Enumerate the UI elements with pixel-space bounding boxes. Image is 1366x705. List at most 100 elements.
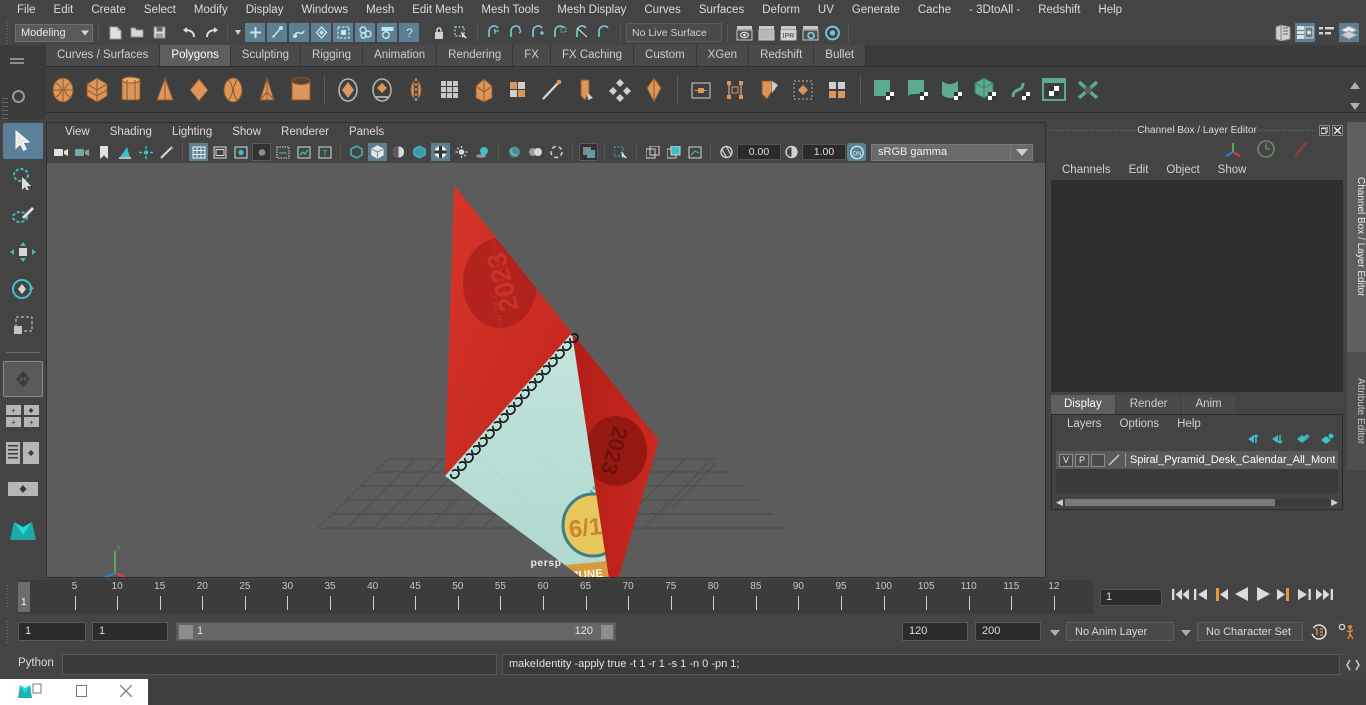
save-scene-icon[interactable] <box>149 23 169 42</box>
channel-box-menu-edit[interactable]: Edit <box>1120 164 1158 176</box>
viewport-menu-show[interactable]: Show <box>222 126 271 138</box>
uv-snapshot-icon[interactable] <box>1071 70 1105 110</box>
script-editor-icon[interactable] <box>1346 658 1360 675</box>
menu-generate[interactable]: Generate <box>843 0 909 20</box>
poly-sculpt-icon[interactable] <box>535 70 569 110</box>
shelf-tab-sculpting[interactable]: Sculpting <box>230 45 302 66</box>
time-slider[interactable]: 1 5 10 15 20 25 30 35 40 45 50 55 60 65 70 75 80 85 90 95 1… <box>0 580 1366 614</box>
menu-edit[interactable]: Edit <box>45 0 83 20</box>
safe-action-icon[interactable] <box>294 143 313 161</box>
menu-set-selector[interactable]: Modeling <box>15 23 93 42</box>
hypershade-icon[interactable] <box>822 23 842 42</box>
bookmark-icon[interactable] <box>94 143 113 161</box>
layer-color-swatch[interactable] <box>1107 454 1121 467</box>
viewport-menu-shading[interactable]: Shading <box>100 126 162 138</box>
safe-title-icon[interactable]: T <box>315 143 334 161</box>
layer-list[interactable]: V P Spiral_Pyramid_Desk_Calendar_All_Mon… <box>1056 451 1338 493</box>
layer-visibility-toggle[interactable]: V <box>1059 453 1073 467</box>
snap-grid-icon[interactable] <box>484 23 504 42</box>
menu-modify[interactable]: Modify <box>185 0 237 20</box>
range-end-field[interactable]: 120 <box>902 622 968 641</box>
layer-menu-help[interactable]: Help <box>1168 418 1210 430</box>
snap-projected-icon[interactable] <box>550 23 570 42</box>
open-scene-icon[interactable] <box>127 23 147 42</box>
poly-mirror-icon[interactable] <box>399 70 433 110</box>
layer-menu-layers[interactable]: Layers <box>1058 418 1111 430</box>
ipr-render-icon[interactable]: IPR <box>778 23 798 42</box>
poly-combine-icon[interactable] <box>331 70 365 110</box>
menu-select[interactable]: Select <box>135 0 185 20</box>
poly-bridge-icon[interactable] <box>637 70 671 110</box>
select-mask-icon[interactable] <box>355 23 375 42</box>
menu-surfaces[interactable]: Surfaces <box>690 0 753 20</box>
single-pane-layout[interactable] <box>3 361 43 397</box>
isolate-selected-icon[interactable] <box>611 143 630 161</box>
shelf-tab-curves-surfaces[interactable]: Curves / Surfaces <box>46 45 161 66</box>
menu-redshift[interactable]: Redshift <box>1029 0 1089 20</box>
character-set-selector[interactable]: No Character Set <box>1197 622 1303 641</box>
live-surface-field[interactable]: No Live Surface <box>626 23 722 42</box>
wireframe-icon[interactable] <box>347 143 366 161</box>
exposure-field[interactable]: 0.00 <box>737 144 781 160</box>
current-time-indicator[interactable]: 1 <box>18 582 30 612</box>
range-slider[interactable]: 1 120 <box>176 622 616 641</box>
layer-menu-options[interactable]: Options <box>1111 418 1169 430</box>
viewport-menu-panels[interactable]: Panels <box>339 126 394 138</box>
shadows-icon[interactable] <box>473 143 492 161</box>
new-layer-icon[interactable] <box>1296 432 1310 450</box>
uv-editor-icon[interactable] <box>867 70 901 110</box>
select-by-object-icon[interactable] <box>267 23 287 42</box>
shelf-tab-custom[interactable]: Custom <box>634 45 697 66</box>
lock-selection-icon[interactable] <box>429 23 449 42</box>
select-tool[interactable] <box>3 123 43 159</box>
move-layer-down-icon[interactable] <box>1272 432 1286 450</box>
playback-end-field[interactable]: 200 <box>975 622 1041 641</box>
modeling-toolkit-icon[interactable] <box>1339 23 1359 42</box>
shelf-scroll-arrows[interactable] <box>1348 80 1364 116</box>
range-current-field[interactable]: 1 <box>92 622 168 641</box>
close-icon[interactable] <box>119 684 132 700</box>
close-icon[interactable] <box>1332 124 1343 136</box>
flat-shade-icon[interactable] <box>389 143 408 161</box>
shelf-tab-rigging[interactable]: Rigging <box>301 45 364 66</box>
snap-curve-icon[interactable] <box>506 23 526 42</box>
poly-smooth-icon[interactable] <box>433 70 467 110</box>
poly-separate-icon[interactable] <box>365 70 399 110</box>
select-handle-icon[interactable] <box>311 23 331 42</box>
viewport-canvas[interactable]: 2023 PYRAMID 2023 DESK CALENDAR MONTHLY … <box>47 163 1045 577</box>
grease-pencil-icon[interactable] <box>157 143 176 161</box>
color-space-dropdown-arrow[interactable] <box>1011 143 1033 161</box>
viewport-menu-lighting[interactable]: Lighting <box>162 126 222 138</box>
help-icon[interactable]: ? <box>399 23 419 42</box>
shelf-tab-redshift[interactable]: Redshift <box>749 45 815 66</box>
poly-extrude-icon[interactable] <box>569 70 603 110</box>
persp-graph-layout[interactable] <box>3 472 43 508</box>
menu-curves[interactable]: Curves <box>635 0 689 20</box>
lasso-select-tool[interactable] <box>3 160 43 196</box>
table-row[interactable]: V P Spiral_Pyramid_Desk_Calendar_All_Mon… <box>1056 451 1338 469</box>
anim-layer-selector[interactable]: No Anim Layer <box>1066 622 1174 641</box>
render-settings-icon[interactable] <box>800 23 820 42</box>
move-layer-up-icon[interactable] <box>1248 432 1262 450</box>
poly-reduce-icon[interactable] <box>467 70 501 110</box>
play-backwards-icon[interactable] <box>1234 586 1250 607</box>
render-view-icon[interactable] <box>734 23 754 42</box>
layer-name[interactable]: Spiral_Pyramid_Desk_Calendar_All_Mont <box>1130 454 1335 466</box>
viewport-menu-renderer[interactable]: Renderer <box>271 126 339 138</box>
vtab-channel-box-layer-editor[interactable]: Channel Box / Layer Editor <box>1347 122 1366 352</box>
anim-layer-dropdown-arrow[interactable] <box>1050 630 1060 636</box>
step-forward-frame-icon[interactable] <box>1276 587 1292 607</box>
menu-cache[interactable]: Cache <box>909 0 960 20</box>
poly-cube-icon[interactable] <box>80 70 114 110</box>
poly-plane-icon[interactable] <box>216 70 250 110</box>
shelf-tab-xgen[interactable]: XGen <box>696 45 750 66</box>
layer-list-scrollbar[interactable]: ◀ ▶ <box>1056 497 1338 507</box>
layer-tab-display[interactable]: Display <box>1051 395 1115 414</box>
smooth-shade-icon[interactable] <box>368 143 387 161</box>
shelf-menu-icon[interactable] <box>10 58 24 60</box>
vtab-attribute-editor[interactable]: Attribute Editor <box>1347 352 1366 470</box>
select-by-hierarchy-icon[interactable] <box>245 23 265 42</box>
two-pane-split-layout[interactable]: + + + <box>3 398 43 434</box>
lights-icon[interactable] <box>452 143 471 161</box>
poly-torus-icon[interactable] <box>182 70 216 110</box>
